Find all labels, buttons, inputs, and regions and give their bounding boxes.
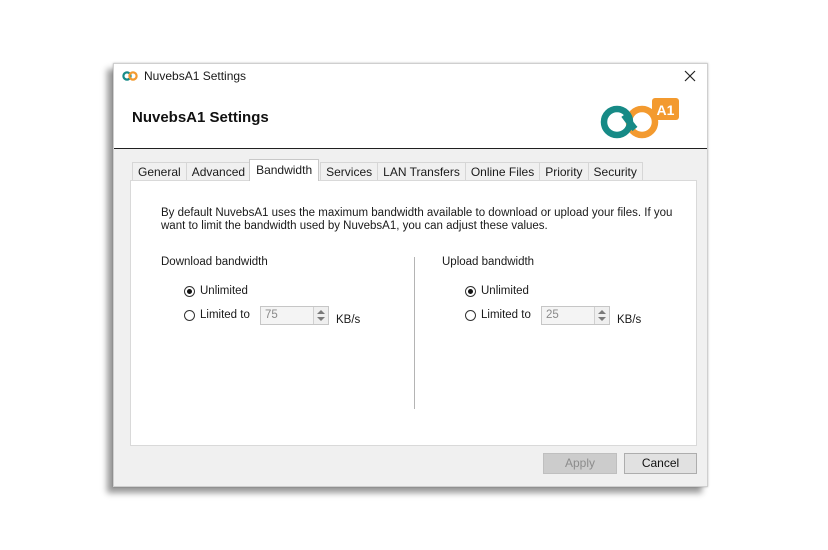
- upload-unlimited-radio[interactable]: Unlimited: [465, 285, 529, 297]
- radio-unchecked-icon: [184, 309, 195, 321]
- download-unlimited-radio[interactable]: Unlimited: [184, 285, 248, 297]
- settings-tabs: General Advanced Bandwidth Services LAN …: [132, 159, 643, 181]
- close-button[interactable]: [673, 64, 707, 88]
- settings-window: NuvebsA1 Settings NuvebsA1 Settings A1 G…: [113, 63, 708, 487]
- section-divider: [414, 257, 415, 409]
- bandwidth-panel: By default NuvebsA1 uses the maximum ban…: [130, 180, 697, 446]
- download-limited-label: Limited to: [200, 309, 250, 321]
- close-icon: [684, 70, 696, 82]
- upload-unlimited-label: Unlimited: [481, 285, 529, 297]
- app-icon: [122, 71, 138, 81]
- nuvebs-a1-logo: A1: [600, 98, 679, 139]
- cancel-button[interactable]: Cancel: [624, 453, 697, 474]
- tab-priority[interactable]: Priority: [539, 162, 589, 181]
- window-title: NuvebsA1 Settings: [144, 69, 247, 83]
- tab-general[interactable]: General: [132, 162, 187, 181]
- tab-advanced[interactable]: Advanced: [185, 162, 252, 181]
- download-limit-stepper[interactable]: 75: [260, 306, 329, 325]
- upload-limit-stepper[interactable]: 25: [541, 306, 610, 325]
- upload-limit-value: 25: [546, 309, 559, 321]
- upload-limited-radio[interactable]: Limited to: [465, 309, 531, 321]
- arrow-up-icon[interactable]: [317, 310, 325, 314]
- upload-limited-label: Limited to: [481, 309, 531, 321]
- bandwidth-description: By default NuvebsA1 uses the maximum ban…: [161, 207, 673, 232]
- upload-unit: KB/s: [617, 314, 642, 326]
- upload-stepper-buttons[interactable]: [594, 307, 609, 324]
- apply-button[interactable]: Apply: [543, 453, 617, 474]
- radio-checked-icon: [465, 285, 476, 297]
- radio-checked-icon: [184, 285, 195, 297]
- download-bandwidth-label: Download bandwidth: [161, 256, 268, 268]
- radio-unchecked-icon: [465, 309, 476, 321]
- tab-lan-transfers[interactable]: LAN Transfers: [377, 162, 466, 181]
- download-limited-radio[interactable]: Limited to: [184, 309, 250, 321]
- download-unlimited-label: Unlimited: [200, 285, 248, 297]
- header-banner: NuvebsA1 Settings A1: [114, 90, 707, 149]
- tab-services[interactable]: Services: [320, 162, 379, 181]
- arrow-up-icon[interactable]: [598, 310, 606, 314]
- download-limit-value: 75: [265, 309, 278, 321]
- tab-security[interactable]: Security: [587, 162, 643, 181]
- download-stepper-buttons[interactable]: [313, 307, 328, 324]
- download-unit: KB/s: [336, 314, 361, 326]
- arrow-down-icon[interactable]: [598, 317, 606, 321]
- upload-bandwidth-label: Upload bandwidth: [442, 256, 535, 268]
- arrow-down-icon[interactable]: [317, 317, 325, 321]
- page-title: NuvebsA1 Settings: [132, 109, 269, 126]
- logo-text: A1: [657, 102, 675, 118]
- title-bar: NuvebsA1 Settings: [114, 64, 707, 90]
- tab-online-files[interactable]: Online Files: [464, 162, 541, 181]
- tab-bandwidth[interactable]: Bandwidth: [249, 159, 320, 181]
